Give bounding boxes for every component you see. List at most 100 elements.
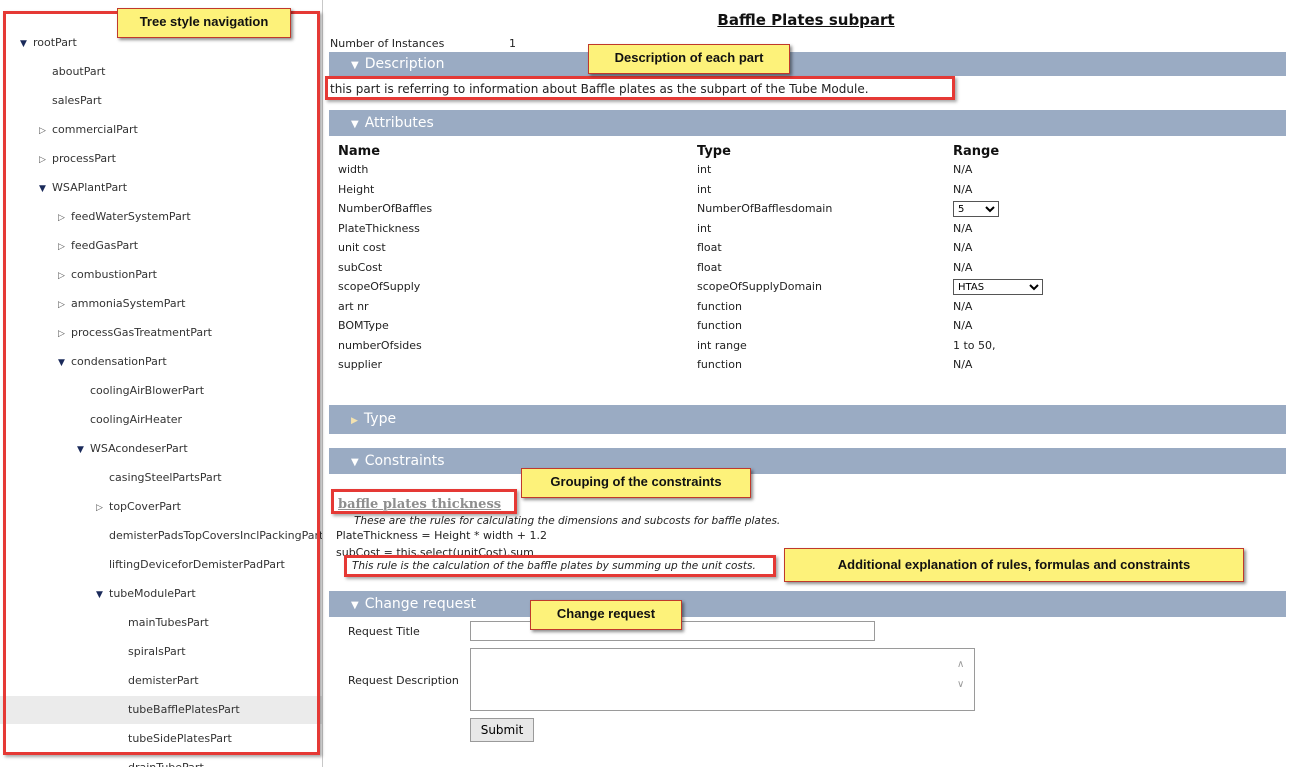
caret-down-icon: ▼ (351, 600, 359, 611)
collapsed-arrow-icon[interactable]: ▷ (58, 291, 71, 319)
constraint-group-description: These are the rules for calculating the … (354, 515, 781, 527)
page-title: Baffle Plates subpart (717, 11, 895, 29)
scroll-down-icon[interactable]: ∨ (957, 675, 964, 695)
attr-type: int range (697, 338, 747, 352)
attr-name: BOMType (338, 319, 389, 332)
callout-grouping: Grouping of the constraints (521, 468, 751, 498)
tree-node-label: demisterPart (128, 674, 199, 687)
attr-range: N/A (953, 163, 973, 176)
collapsed-arrow-icon[interactable]: ▷ (39, 117, 52, 145)
textarea-scrollbar[interactable]: ∧ ∨ (957, 655, 964, 695)
tree-node-label: spiralsPart (128, 645, 186, 658)
attr-name: numberOfsides (338, 338, 422, 352)
attr-name: scopeOfSupply (338, 280, 421, 293)
tree-node[interactable]: ▷ processGasTreatmentPart (0, 319, 322, 347)
section-constraints[interactable]: ▼ Constraints (329, 448, 1286, 474)
tree-node[interactable]: coolingAirBlowerPart (0, 377, 322, 405)
tree-node[interactable]: demisterPadsTopCoversInclPackingPart (0, 522, 322, 550)
tree-node[interactable]: coolingAirHeater (0, 406, 322, 434)
tree-node-label: topCoverPart (109, 500, 181, 513)
tree-node[interactable]: aboutPart (0, 58, 322, 86)
attr-range: N/A (953, 260, 973, 274)
request-description-label: Request Description (348, 674, 459, 687)
collapsed-arrow-icon[interactable]: ▷ (39, 146, 52, 174)
expanded-arrow-icon[interactable]: ▼ (77, 436, 90, 464)
expanded-arrow-icon[interactable]: ▼ (39, 175, 52, 203)
attr-type: int (697, 163, 712, 176)
scope-of-supply-select[interactable]: HTAS (953, 279, 1043, 295)
expanded-arrow-icon[interactable]: ▼ (96, 581, 109, 609)
attr-name: Height (338, 182, 375, 196)
tree-node-label: processPart (52, 152, 116, 165)
number-of-baffles-select[interactable]: 5 (953, 201, 999, 217)
collapsed-arrow-icon[interactable]: ▷ (58, 320, 71, 348)
expanded-arrow-icon[interactable]: ▼ (20, 30, 33, 58)
callout-description: Description of each part (588, 44, 790, 74)
description-text: this part is referring to information ab… (330, 82, 869, 96)
tree-node[interactable]: liftingDeviceforDemisterPadPart (0, 551, 322, 579)
attr-type: function (697, 299, 742, 313)
tree-node-label: coolingAirBlowerPart (90, 384, 205, 397)
tree-node[interactable]: ▼ tubeModulePart (0, 580, 322, 608)
tree-node[interactable]: demisterPart (0, 667, 322, 695)
collapsed-arrow-icon[interactable]: ▷ (96, 494, 109, 522)
submit-button[interactable]: Submit (470, 718, 534, 742)
tree-node-label: salesPart (52, 94, 102, 107)
section-type[interactable]: ▶ Type (329, 405, 1286, 434)
callout-explanation: Additional explanation of rules, formula… (784, 548, 1244, 582)
tree-node[interactable]: ▷ processPart (0, 145, 322, 173)
attr-range: N/A (953, 221, 973, 235)
request-description-textarea[interactable] (470, 648, 975, 711)
collapsed-arrow-icon[interactable]: ▷ (58, 262, 71, 290)
tree-node[interactable]: ▷ commercialPart (0, 116, 322, 144)
tree-node-label: drainTubePart (128, 761, 204, 767)
scroll-up-icon[interactable]: ∧ (957, 655, 964, 675)
tree-node[interactable]: ▼ condensationPart (0, 348, 322, 376)
tree-node[interactable]: ▷ feedWaterSystemPart (0, 203, 322, 231)
attr-header-range: Range (953, 144, 1000, 159)
tree-node-label: liftingDeviceforDemisterPadPart (109, 558, 285, 571)
tree-node[interactable]: drainTubePart (0, 754, 322, 767)
section-change-request[interactable]: ▼ Change request (329, 591, 1286, 617)
attr-name: supplier (338, 358, 383, 371)
tree-node-label: ammoniaSystemPart (71, 297, 186, 310)
tree-node[interactable]: ▷ topCoverPart (0, 493, 322, 521)
tree-node[interactable]: ▷ ammoniaSystemPart (0, 290, 322, 318)
attr-type: function (697, 358, 742, 371)
tree-node-label: feedWaterSystemPart (71, 210, 191, 223)
attr-header-type: Type (697, 144, 731, 159)
tree-node-label: combustionPart (71, 268, 157, 281)
tree-node[interactable]: casingSteelPartsPart (0, 464, 322, 492)
tree-node-label: condensationPart (71, 355, 167, 368)
collapsed-arrow-icon[interactable]: ▷ (58, 204, 71, 232)
tree-node[interactable]: mainTubesPart (0, 609, 322, 637)
tree-node-label: WSAcondeserPart (90, 442, 188, 455)
attr-type: int (697, 221, 712, 235)
expanded-arrow-icon[interactable]: ▼ (58, 349, 71, 377)
tree-node[interactable]: tubeBafflePlatesPart (0, 696, 322, 724)
tree-node-label: tubeBafflePlatesPart (128, 703, 240, 716)
section-attributes[interactable]: ▼ Attributes (329, 110, 1286, 136)
collapsed-arrow-icon[interactable]: ▷ (58, 233, 71, 261)
tree-node[interactable]: ▷ feedGasPart (0, 232, 322, 260)
tree-navigation: ▼ rootPart aboutPart salesPart ▷ commercialPa… (0, 0, 323, 767)
tree-node-label: mainTubesPart (128, 616, 209, 629)
caret-right-icon: ▶ (351, 416, 358, 426)
tree-node[interactable]: salesPart (0, 87, 322, 115)
attr-range: N/A (953, 182, 973, 196)
attr-type: float (697, 241, 722, 254)
tree-node[interactable]: tubeSidePlatesPart (0, 725, 322, 753)
tree-node[interactable]: ▼ WSAcondeserPart (0, 435, 322, 463)
tree-node-label: feedGasPart (71, 239, 139, 252)
tree-node-label: rootPart (33, 36, 77, 49)
rule-subcost-explanation: This rule is the calculation of the baff… (352, 560, 756, 572)
tree-node[interactable]: ▷ combustionPart (0, 261, 322, 289)
tree-node[interactable]: spiralsPart (0, 638, 322, 666)
section-description[interactable]: ▼ Description (329, 52, 1286, 76)
tree-node-label: processGasTreatmentPart (71, 326, 212, 339)
attr-type: float (697, 260, 722, 274)
attr-name: width (338, 163, 369, 176)
attr-name: art nr (338, 299, 369, 313)
constraint-group-link[interactable]: baffle plates thickness (338, 497, 501, 512)
tree-node[interactable]: ▼ WSAPlantPart (0, 174, 322, 202)
